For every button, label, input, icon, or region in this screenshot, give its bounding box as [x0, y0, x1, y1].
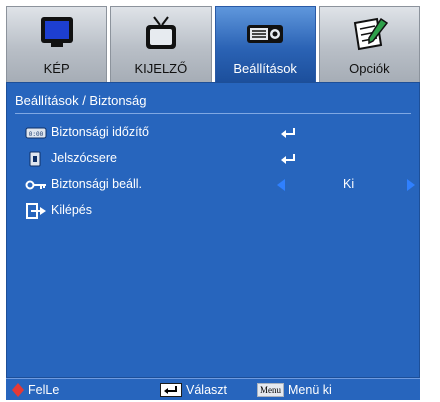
tab-beallitasok[interactable]: Beállítások	[214, 6, 316, 82]
enter-icon	[160, 383, 182, 397]
key-icon	[25, 180, 46, 190]
tab-opciok[interactable]: Opciók	[318, 6, 420, 82]
timer-icon: 0:00	[25, 127, 47, 139]
tab-label: Opciók	[349, 61, 390, 76]
settings-panel: Beállítások / Biztonság 0:00 Biztonsági …	[6, 82, 420, 378]
menu-item-password-change[interactable]: Jelszócsere	[7, 147, 419, 171]
breadcrumb-divider	[15, 113, 411, 114]
tab-kep[interactable]: KÉP	[6, 6, 108, 82]
enter-icon	[281, 154, 295, 164]
enter-icon	[281, 128, 295, 138]
right-arrow-icon[interactable]	[407, 179, 415, 191]
footer-select: Választ	[160, 381, 227, 399]
footer-select-label: Választ	[186, 383, 227, 397]
menu-item-security-setting[interactable]: Biztonsági beáll. Ki	[7, 173, 419, 197]
footer-menu: Menu Menü ki	[257, 381, 332, 399]
exit-icon	[26, 203, 46, 219]
security-setting-value: Ki	[343, 177, 355, 191]
footer-bar: FelLe Választ Menu Menü ki	[6, 378, 420, 400]
footer-nav-label: FelLe	[28, 383, 60, 397]
footer-menu-exit-label: Menü ki	[288, 383, 332, 397]
footer-nav: FelLe	[12, 381, 59, 399]
notepad-pen-icon	[354, 17, 389, 51]
menu-item-label: Biztonsági időzítő	[51, 125, 149, 139]
tab-label: Beállítások	[233, 61, 297, 76]
up-down-icon	[12, 383, 24, 397]
menu-item-label: Biztonsági beáll.	[51, 177, 143, 191]
tv-icon	[145, 16, 176, 49]
menu-tabs: KÉP KIJELZŐ Beállítások Opciók	[6, 6, 420, 82]
menu-item-label: Jelszócsere	[51, 151, 117, 165]
svg-text:0:00: 0:00	[29, 131, 44, 138]
projector-icon	[247, 25, 284, 43]
password-icon	[29, 151, 41, 167]
tab-label: KIJELZŐ	[134, 61, 188, 76]
monitor-icon	[40, 17, 73, 47]
menu-item-exit[interactable]: Kilépés	[7, 199, 419, 223]
breadcrumb: Beállítások / Biztonság	[15, 93, 147, 108]
left-arrow-icon[interactable]	[277, 179, 285, 191]
tab-kijelzo[interactable]: KIJELZŐ	[110, 6, 212, 82]
osd-window: KÉP KIJELZŐ Beállítások Opciók Beállítás…	[0, 0, 440, 402]
tab-label: KÉP	[43, 61, 70, 76]
menu-item-security-timer[interactable]: 0:00 Biztonsági időzítő	[7, 121, 419, 145]
menu-item-label: Kilépés	[51, 203, 92, 217]
menu-button-key: Menu	[257, 383, 284, 397]
